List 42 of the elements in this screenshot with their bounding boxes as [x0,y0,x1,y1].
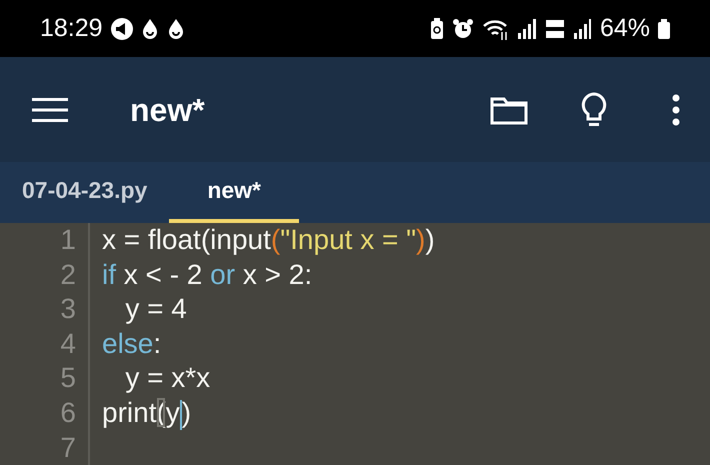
code-text: ) [425,224,435,255]
drop-icon [166,18,185,40]
lightbulb-button[interactable] [580,90,608,128]
wifi-icon [482,18,510,40]
code-text: y = 4 [124,293,187,324]
code-text: print [102,396,156,428]
battery-saver-icon [430,18,444,40]
signal-icon [518,18,536,38]
line-number: 1 [59,223,76,257]
code-text: x > 2: [242,258,312,290]
text-cursor [180,400,182,430]
line-number: 6 [59,396,76,430]
battery-percent: 64% [600,12,650,44]
file-tab[interactable]: 07-04-23.py [0,162,170,223]
drop-icon [140,18,159,40]
code-text: : [153,328,162,359]
code-keyword: or [210,258,236,290]
line-number: 3 [59,292,76,326]
code-bracket: ) [416,224,426,255]
folder-button[interactable] [490,94,528,124]
line-number: 5 [59,361,76,396]
signal-icon [574,18,592,38]
alarm-icon [452,18,474,40]
code-text: y [166,396,180,428]
string-literal: "Input x = " [280,224,416,255]
clock-time: 18:29 [40,12,103,44]
line-number: 7 [59,430,76,465]
battery-icon [658,18,670,38]
file-title: new* [130,90,205,130]
megaphone-icon [110,18,133,40]
code-keyword: else [102,328,154,359]
file-tab[interactable]: new* [169,162,299,223]
code-text: ) [182,396,192,428]
line-number: 2 [59,258,76,292]
code-text: x = float(input [102,224,271,255]
code-text: x < - 2 [122,258,204,290]
more-options-button[interactable] [672,94,680,126]
code-text: y = x*x [124,362,210,394]
line-number: 4 [59,326,76,361]
menu-button[interactable] [32,96,68,122]
code-bracket: ( [270,224,280,255]
code-keyword: if [102,258,116,290]
